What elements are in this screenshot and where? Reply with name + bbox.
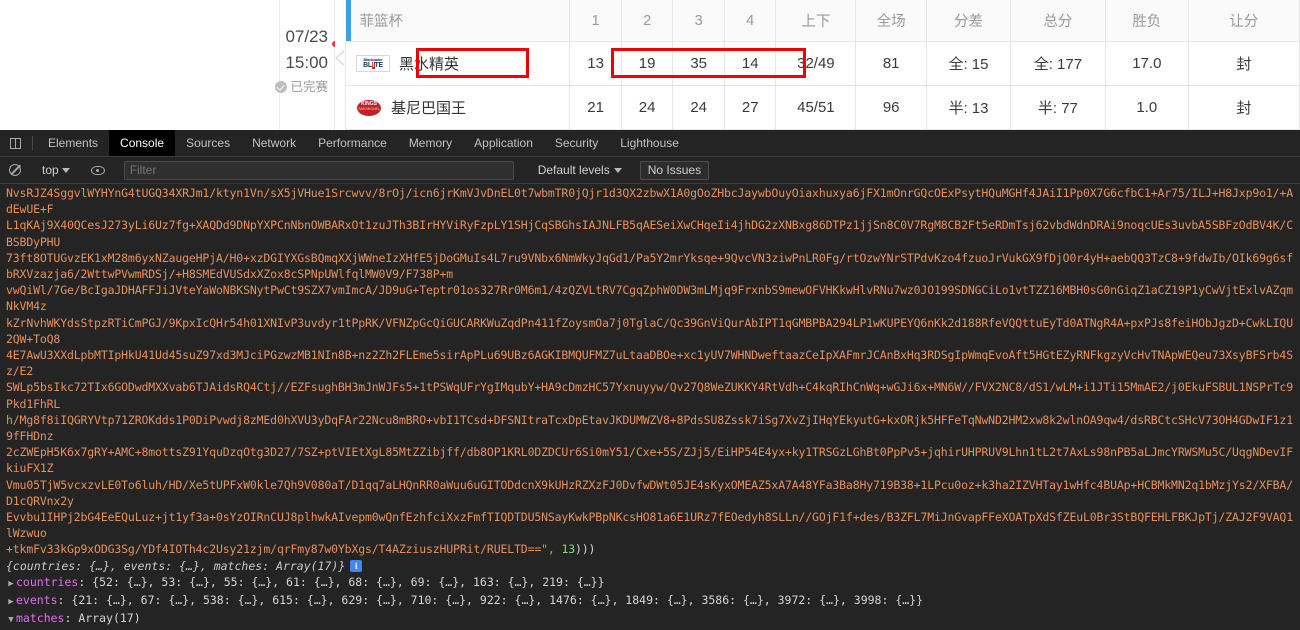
console-tree-row[interactable]: ▶ events: {21: {…}, 67: {…}, 538: {…}, 61… [0,592,1300,610]
table-row: Blackwater BLITE 黑水精英 13 19 35 14 32/49 … [344,41,1300,87]
console-tree-value: {21: {…}, 67: {…}, 538: {…}, 615: {…}, 6… [71,593,924,608]
log-levels-label: Default levels [537,163,610,177]
away-odds: 17.0 [1104,41,1189,87]
console-tree-value: {52: {…}, 53: {…}, 55: {…}, 61: {…}, 68:… [92,574,605,589]
console-tree-key: matches [16,611,65,626]
away-spread: 全: 15 [926,41,1011,87]
clear-console-icon[interactable] [3,157,27,184]
tab-sources[interactable]: Sources [175,130,241,156]
chevron-down-icon [61,167,70,173]
home-q4: 27 [723,85,777,130]
result-summary-text: {countries: {…}, events: {…}, matches: A… [6,558,346,573]
tab-application[interactable]: Application [463,130,544,156]
console-result-summary: {countries: {…}, events: {…}, matches: A… [0,558,1300,574]
col-header-handicap: 让分 [1187,0,1300,43]
home-q3: 24 [672,85,725,130]
dock-side-icon[interactable] [2,130,28,156]
match-status: 已完赛 [275,78,328,97]
devtools-tabbar: Elements Console Sources Network Perform… [0,130,1300,157]
home-handicap: 封 [1187,85,1300,130]
col-header-q4: 4 [723,0,777,43]
col-header-q1: 1 [569,0,622,43]
kings-logo: KINGS SAN MIGUEL [356,98,382,118]
execution-context-label: top [42,163,59,177]
tab-network[interactable]: Network [241,130,307,156]
divider [32,136,33,150]
chevron-down-icon [613,167,622,173]
home-total: 96 [855,85,928,130]
console-output[interactable]: NvsRJZ4SggvlWYHYnG4tUGQ34XRJm1/ktyn1Vn/s… [0,184,1300,630]
table-header-row: 菲篮杯 1 2 3 4 上下 全场 分差 总分 胜负 让分 [345,0,1300,43]
console-tree-separator: : [78,574,93,589]
tab-console[interactable]: Console [109,130,176,156]
home-spread: 半: 13 [926,85,1011,130]
console-tree-separator: : [64,611,79,626]
away-q4: 14 [723,41,777,87]
info-icon: i [350,559,363,572]
tab-performance[interactable]: Performance [307,130,398,156]
issues-button[interactable]: No Issues [639,160,710,180]
team-name-home: 基尼巴国王 [391,100,467,118]
console-base64-log: NvsRJZ4SggvlWYHYnG4tUGQ34XRJm1/ktyn1Vn/s… [6,186,1293,557]
table-row: KINGS SAN MIGUEL 基尼巴国王 21 24 24 27 45/51… [344,85,1300,130]
console-tree-key: countries [16,574,79,589]
tab-lighthouse[interactable]: Lighthouse [609,130,690,156]
away-total-line: 全: 177 [1009,41,1106,87]
col-header-total: 总分 [1009,0,1106,43]
home-q2: 24 [620,85,674,130]
tab-security[interactable]: Security [544,130,609,156]
match-datetime-column: 07/23 15:00 已完赛 [275,0,338,130]
console-tree-separator: : [57,593,72,608]
console-tree-value: Array(17) [78,611,141,626]
console-tree-row[interactable]: ▼ matches: Array(17) [0,610,1300,628]
team-cell-away[interactable]: Blackwater BLITE 黑水精英 [344,41,571,87]
away-q2: 19 [620,41,674,87]
triangle-down-icon[interactable]: ▼ [6,612,16,628]
console-tree-row[interactable]: ▶ countries: {52: {…}, 53: {…}, 55: {…}, … [0,574,1300,592]
col-header-halves: 上下 [775,0,857,43]
home-halves: 45/51 [775,85,857,130]
console-toolbar: top Default levels No Issues [0,157,1300,184]
triangle-right-icon[interactable]: ▶ [6,576,16,592]
away-handicap: 封 [1187,41,1300,87]
triangle-right-icon[interactable]: ▶ [6,594,16,610]
col-header-q3: 3 [672,0,725,43]
match-detail-page: 07/23 15:00 已完赛 菲篮杯 1 2 3 4 上下 全场 分差 总分 … [0,0,1300,130]
team-name-away: 黑水精英 [399,56,460,74]
log-levels-select[interactable]: Default levels [534,163,626,177]
col-header-fulltime: 全场 [855,0,928,43]
home-q1: 21 [569,85,622,130]
home-total-line: 半: 77 [1009,85,1106,130]
devtools-panel: Elements Console Sources Network Perform… [0,130,1300,630]
match-status-label: 已完赛 [290,79,328,94]
match-row-container: 07/23 15:00 已完赛 菲篮杯 1 2 3 4 上下 全场 分差 总分 … [0,0,1300,130]
blackwater-elite-logo: Blackwater BLITE [356,55,390,73]
home-odds: 1.0 [1104,85,1189,130]
match-time: 15:00 [285,53,328,73]
filter-input[interactable] [123,160,514,180]
team-cell-home[interactable]: KINGS SAN MIGUEL 基尼巴国王 [344,85,571,130]
away-halves: 32/49 [775,41,857,87]
league-name[interactable]: 菲篮杯 [345,0,571,43]
row-pointer-notch [335,0,345,130]
check-circle-icon [275,81,288,94]
away-total: 81 [855,41,928,87]
tab-elements[interactable]: Elements [37,130,109,156]
left-gutter [0,0,280,130]
away-q1: 13 [569,41,622,87]
col-header-winloss: 胜负 [1104,0,1189,43]
live-expression-icon[interactable] [85,157,111,184]
col-header-q2: 2 [620,0,674,43]
away-q3: 35 [672,41,725,87]
tab-memory[interactable]: Memory [398,130,463,156]
col-header-spread: 分差 [926,0,1011,43]
execution-context-select[interactable]: top [36,163,76,177]
match-date: 07/23 [285,27,328,46]
console-tree-key: events [16,593,58,608]
match-score-table: 菲篮杯 1 2 3 4 上下 全场 分差 总分 胜负 让分 Blackwater… [344,0,1300,130]
console-object-tree[interactable]: ▶ countries: {52: {…}, 53: {…}, 55: {…}, … [0,574,1300,630]
